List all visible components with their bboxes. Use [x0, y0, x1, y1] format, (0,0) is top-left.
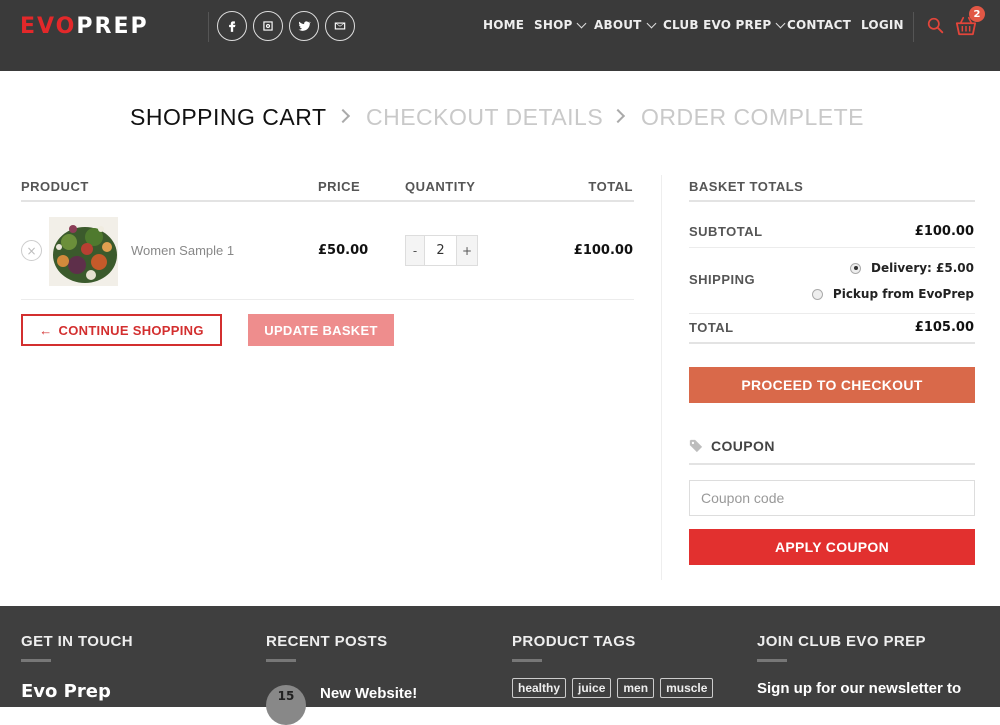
subtotal-label: SUBTOTAL: [689, 224, 763, 239]
col-header-product: PRODUCT: [21, 179, 89, 194]
line-total: £100.00: [573, 243, 633, 258]
nav-about[interactable]: ABOUT: [594, 18, 657, 32]
logo-evo: EVO: [20, 14, 77, 39]
shipping-option-delivery-label: Delivery: £5.00: [871, 261, 974, 275]
quantity-input[interactable]: 2: [425, 235, 456, 266]
step-shopping-cart[interactable]: SHOPPING CART: [130, 104, 327, 131]
arrow-left-icon: ←: [39, 322, 53, 338]
coupon-rule: [689, 463, 975, 465]
nav-about-label: ABOUT: [594, 18, 642, 32]
step-checkout-details[interactable]: CHECKOUT DETAILS: [366, 104, 603, 131]
col-header-total: TOTAL: [588, 179, 633, 194]
col-header-price: PRICE: [318, 179, 361, 194]
site-logo[interactable]: EVOPREP: [20, 14, 149, 39]
totals-footer-rule: [689, 342, 975, 344]
nav-login[interactable]: LOGIN: [861, 18, 904, 32]
nav-club-label: CLUB EVO PREP: [663, 18, 772, 32]
table-row-rule: [21, 299, 634, 300]
chevron-down-icon: [577, 18, 587, 28]
footer-heading-product-tags: PRODUCT TAGS: [512, 633, 636, 650]
totals-row-rule: [689, 313, 975, 314]
tag-healthy[interactable]: healthy: [512, 678, 567, 698]
email-icon[interactable]: [325, 11, 355, 41]
nav-club[interactable]: CLUB EVO PREP: [663, 18, 786, 32]
quantity-decrease-button[interactable]: -: [405, 235, 425, 266]
radio-selected-icon[interactable]: [850, 262, 862, 274]
twitter-icon[interactable]: [289, 11, 319, 41]
header-divider: [208, 12, 209, 42]
chevron-down-icon: [775, 18, 786, 28]
instagram-icon[interactable]: [253, 11, 283, 41]
tag-muscle[interactable]: muscle: [660, 678, 714, 698]
total-value: £105.00: [914, 320, 974, 335]
tag-juice[interactable]: juice: [572, 678, 612, 698]
product-price: £50.00: [318, 243, 369, 258]
facebook-icon[interactable]: [217, 11, 247, 41]
nav-home-label: HOME: [483, 18, 525, 32]
totals-row-rule: [689, 247, 975, 248]
continue-shopping-button[interactable]: ← CONTINUE SHOPPING: [21, 314, 222, 346]
header-divider: [913, 12, 914, 42]
product-thumbnail[interactable]: [49, 217, 118, 286]
footer-brand: Evo Prep: [21, 681, 111, 702]
radio-unselected-icon[interactable]: [811, 288, 823, 300]
footer-heading-recent-posts: RECENT POSTS: [266, 633, 388, 650]
footer-heading-underline: [757, 659, 787, 662]
chevron-down-icon: [646, 18, 657, 28]
tag-men[interactable]: men: [617, 678, 655, 698]
footer-heading-underline: [512, 659, 542, 662]
nav-home[interactable]: HOME: [483, 18, 524, 32]
continue-shopping-label: CONTINUE SHOPPING: [58, 322, 204, 338]
product-tag-list: healthy juice men muscle: [512, 678, 714, 698]
checkout-steps: SHOPPING CART CHECKOUT DETAILS ORDER COM…: [0, 104, 1000, 134]
product-name-link[interactable]: Women Sample 1: [131, 243, 234, 258]
nav-shop-label: SHOP: [534, 18, 573, 32]
proceed-to-checkout-button[interactable]: PROCEED TO CHECKOUT: [689, 367, 975, 403]
nav-contact[interactable]: CONTACT: [787, 18, 851, 32]
quantity-stepper: - 2 +: [405, 235, 478, 266]
cart-count-badge: 2: [969, 6, 985, 22]
site-header: EVOPREP HOME SHOP ABOUT CLUB EVO PREP CO…: [0, 0, 1000, 71]
col-header-quantity: QUANTITY: [405, 179, 476, 194]
nav-shop[interactable]: SHOP: [534, 18, 587, 32]
logo-prep: PREP: [76, 14, 149, 39]
basket-totals-heading: BASKET TOTALS: [689, 179, 804, 194]
shipping-option-delivery[interactable]: Delivery: £5.00: [850, 261, 974, 275]
tag-icon: [689, 439, 703, 453]
update-basket-button[interactable]: UPDATE BASKET: [248, 314, 394, 346]
quantity-increase-button[interactable]: +: [456, 235, 478, 266]
shipping-option-pickup-label: Pickup from EvoPrep: [832, 287, 974, 301]
shipping-label: SHIPPING: [689, 272, 756, 287]
nav-login-label: LOGIN: [861, 18, 904, 32]
footer-heading-underline: [21, 659, 51, 662]
post-date-badge[interactable]: 15: [266, 685, 306, 725]
chevron-right-icon: [335, 108, 351, 124]
step-order-complete[interactable]: ORDER COMPLETE: [641, 104, 864, 131]
remove-item-button[interactable]: ×: [21, 240, 42, 261]
subtotal-value: £100.00: [914, 224, 974, 239]
footer-heading-get-in-touch: GET IN TOUCH: [21, 633, 134, 650]
shipping-option-pickup[interactable]: Pickup from EvoPrep: [811, 287, 974, 301]
nav-contact-label: CONTACT: [787, 18, 851, 32]
coupon-heading-label: COUPON: [711, 438, 775, 454]
newsletter-text: Sign up for our newsletter to: [757, 680, 962, 697]
search-icon[interactable]: [927, 17, 944, 34]
post-date-day: 15: [277, 689, 295, 703]
recent-post-link[interactable]: New Website!: [320, 685, 417, 702]
footer-heading-underline: [266, 659, 296, 662]
coupon-heading: COUPON: [689, 438, 775, 454]
column-divider: [661, 175, 662, 580]
footer-heading-join-club: JOIN CLUB EVO PREP: [757, 633, 926, 650]
coupon-code-input[interactable]: [689, 480, 975, 516]
chevron-right-icon: [610, 108, 626, 124]
table-header-rule: [21, 200, 634, 202]
totals-header-rule: [689, 200, 975, 202]
total-label: TOTAL: [689, 320, 734, 335]
apply-coupon-button[interactable]: APPLY COUPON: [689, 529, 975, 565]
